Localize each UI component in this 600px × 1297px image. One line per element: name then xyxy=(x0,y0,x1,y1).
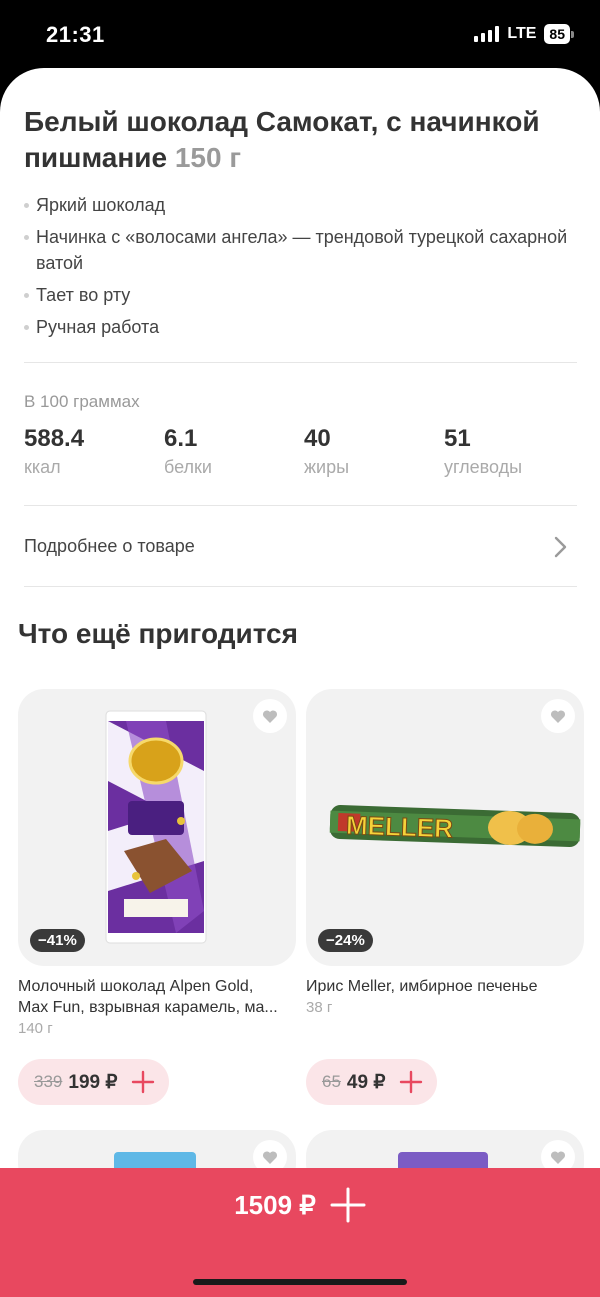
product-card[interactable]: MELLER −24% Ирис Meller, имбирное печень… xyxy=(306,689,584,1109)
product-sheet: Белый шоколад Самокат, с начинкой пишман… xyxy=(0,68,600,1297)
product-card-name: Ирис Meller, имбирное печенье xyxy=(306,976,582,997)
add-to-cart-button[interactable]: 339 199 ₽ xyxy=(18,1059,170,1105)
plus-icon xyxy=(132,1070,155,1094)
product-card-name: Молочный шоколад Alpen Gold, Max Fun, вз… xyxy=(18,976,294,1018)
feature-list: Яркий шоколад Начинка с «волосами ангела… xyxy=(24,192,574,346)
plus-icon xyxy=(330,1187,366,1223)
signal-icon xyxy=(474,26,500,42)
product-weight: 150 г xyxy=(174,142,242,173)
product-card-name-line: Max Fun, взрывная карамель, ма... xyxy=(18,999,278,1016)
heart-icon xyxy=(550,709,566,723)
product-card-name-line: Молочный шоколад Alpen Gold, xyxy=(18,978,254,995)
product-image[interactable]: −41% xyxy=(18,689,296,966)
chevron-right-icon xyxy=(554,536,567,558)
favorite-button[interactable] xyxy=(253,699,287,733)
nutrition-kcal: 588.4 ккал xyxy=(24,424,164,478)
nutrition-unit: ккал xyxy=(24,457,61,477)
nutrition-value: 51 xyxy=(444,425,471,452)
nutrition-fat: 40 жиры xyxy=(304,424,444,478)
home-indicator[interactable] xyxy=(193,1279,407,1285)
nutrition-unit: жиры xyxy=(304,457,350,477)
feature-item: Яркий шоколад xyxy=(24,192,574,218)
svg-text:MELLER: MELLER xyxy=(346,810,454,844)
nutrition-unit: белки xyxy=(164,457,212,477)
status-bar: 21:31 LTE 85 xyxy=(0,0,600,70)
product-card-weight: 38 г xyxy=(306,999,333,1016)
nutrition-unit: углеводы xyxy=(444,457,523,477)
meller-toffee-image: MELLER xyxy=(329,805,581,848)
product-card-name-line: Ирис Meller, имбирное печенье xyxy=(306,978,538,995)
product-title: Белый шоколад Самокат, с начинкой пишман… xyxy=(24,104,584,176)
add-to-cart-main-button[interactable]: 1509 ₽ xyxy=(0,1168,600,1242)
feature-item: Ручная работа xyxy=(24,314,574,340)
recommend-title: Что ещё пригодится xyxy=(18,618,298,649)
battery-level: 85 xyxy=(544,24,570,44)
heart-icon xyxy=(550,1150,566,1164)
current-price: 49 ₽ xyxy=(346,1071,386,1093)
current-price: 199 ₽ xyxy=(68,1071,118,1093)
add-to-cart-button[interactable]: 65 49 ₽ xyxy=(306,1059,438,1105)
product-name: Белый шоколад Самокат, с начинкой пишман… xyxy=(24,106,540,173)
battery-icon: 85 xyxy=(544,24,574,44)
status-time: 21:31 xyxy=(46,22,105,47)
alpen-gold-chocolate-image xyxy=(105,710,207,944)
divider xyxy=(24,586,577,587)
status-indicators: LTE 85 xyxy=(474,24,574,44)
cart-total: 1509 ₽ xyxy=(234,1189,316,1220)
nutrition-facts: 588.4 ккал 6.1 белки 40 жиры 51 углеводы xyxy=(24,424,584,478)
heart-icon xyxy=(262,1150,278,1164)
network-type: LTE xyxy=(507,25,537,42)
favorite-button[interactable] xyxy=(541,699,575,733)
old-price: 339 xyxy=(34,1072,63,1091)
nutrition-label: В 100 граммах xyxy=(24,392,140,411)
cart-bar: 1509 ₽ xyxy=(0,1168,600,1297)
nutrition-value: 40 xyxy=(304,425,331,452)
old-price: 65 xyxy=(322,1072,341,1091)
product-image[interactable]: MELLER −24% xyxy=(306,689,584,966)
plus-icon xyxy=(400,1070,423,1094)
nutrition-value: 588.4 xyxy=(24,425,85,452)
divider xyxy=(24,362,577,363)
discount-badge: −41% xyxy=(30,929,85,952)
heart-icon xyxy=(262,709,278,723)
product-card[interactable]: −41% Молочный шоколад Alpen Gold, Max Fu… xyxy=(18,689,296,1109)
feature-item: Тает во рту xyxy=(24,282,574,308)
feature-item: Начинка с «волосами ангела» — трендовой … xyxy=(24,224,574,276)
nutrition-value: 6.1 xyxy=(164,425,198,452)
nutrition-protein: 6.1 белки xyxy=(164,424,304,478)
product-details-label: Подробнее о товаре xyxy=(24,536,195,556)
discount-badge: −24% xyxy=(318,929,373,952)
divider xyxy=(24,505,577,506)
nutrition-carbs: 51 углеводы xyxy=(444,424,584,478)
product-details-link[interactable]: Подробнее о товаре xyxy=(0,508,600,584)
product-card-weight: 140 г xyxy=(18,1020,53,1037)
